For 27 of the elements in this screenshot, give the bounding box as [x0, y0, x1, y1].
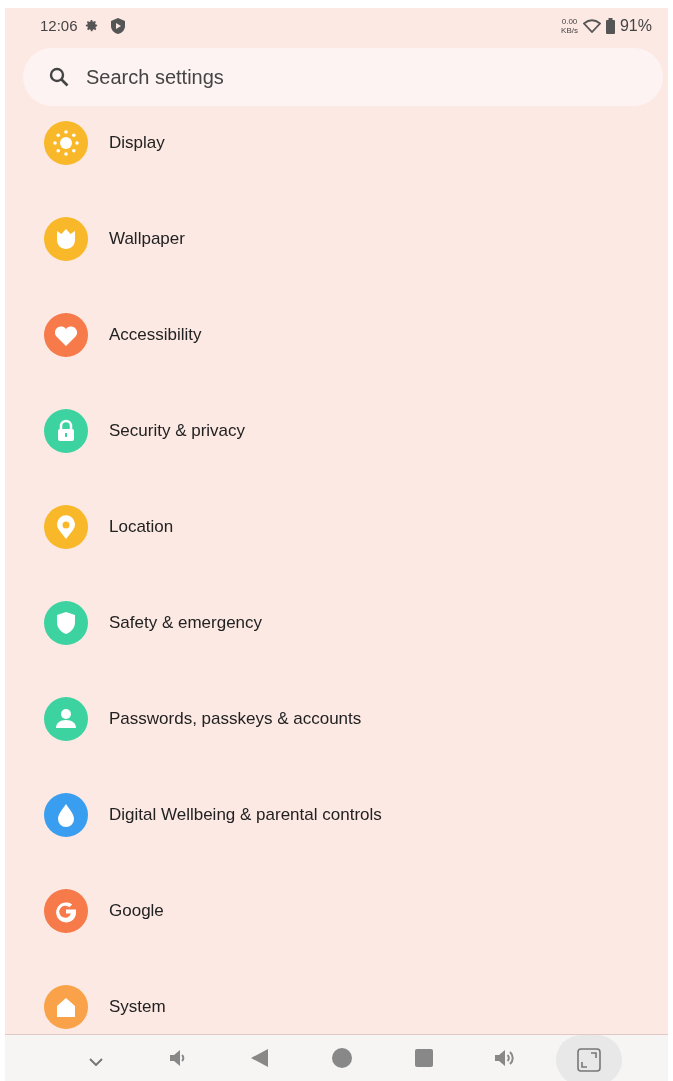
search-field[interactable]: Search settings	[23, 48, 663, 106]
clock-time: 12:06	[40, 17, 78, 34]
search-icon	[49, 67, 69, 87]
volume-up-icon[interactable]	[495, 1048, 517, 1068]
settings-item-label[interactable]: Safety & emergency	[109, 613, 263, 633]
settings-item-label[interactable]: Wallpaper	[109, 229, 185, 249]
shield-play-icon	[110, 17, 125, 34]
back-icon[interactable]	[251, 1048, 269, 1068]
network-speed-unit: KB/s	[561, 25, 578, 35]
home-icon[interactable]	[332, 1048, 352, 1068]
chevron-down-icon[interactable]	[89, 1058, 103, 1066]
settings-item-label[interactable]: Accessibility	[109, 325, 202, 345]
battery-percentage: 91%	[619, 16, 652, 35]
settings-item-label[interactable]: Passwords, passkeys & accounts	[109, 709, 362, 729]
battery-icon	[605, 17, 615, 34]
wifi-icon	[582, 18, 601, 33]
volume-down-icon[interactable]	[170, 1049, 186, 1067]
settings-item-label[interactable]: Digital Wellbeing & parental controls	[109, 805, 382, 825]
settings-item-label[interactable]: System	[109, 997, 166, 1017]
settings-item-label[interactable]: Security & privacy	[109, 421, 246, 441]
settings-icon	[83, 18, 99, 33]
settings-item-label[interactable]: Display	[109, 133, 165, 153]
settings-item-label[interactable]: Google	[109, 901, 164, 921]
fullscreen-icon	[577, 1048, 601, 1072]
network-speed-value: 0.00	[561, 16, 578, 26]
fullscreen-button[interactable]	[556, 1035, 622, 1081]
settings-item-label[interactable]: Location	[109, 517, 174, 537]
